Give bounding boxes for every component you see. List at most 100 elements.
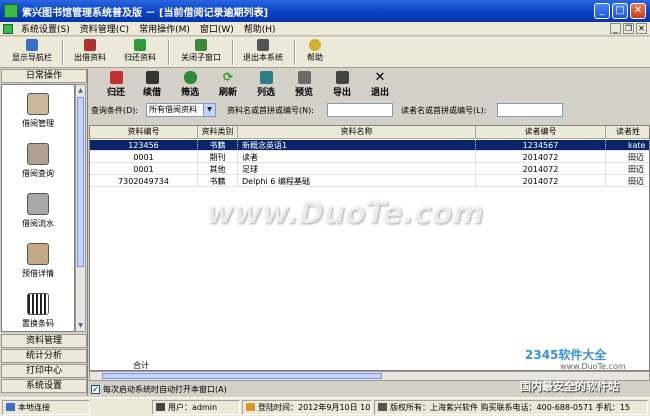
nav-item-reservation-details[interactable]: 预借详情 <box>2 243 74 279</box>
status-connection: 本地连接 <box>2 400 90 415</box>
close-x-icon: ✕ <box>374 70 386 85</box>
table-row[interactable]: 7302049734 书籍 Delphi 6 编程基础 2014072 田迈 <box>90 176 649 187</box>
windows-icon <box>195 39 207 51</box>
close-child-window-button[interactable]: 关闭子窗口 <box>176 39 226 66</box>
borrow-query-icon <box>27 143 49 165</box>
column-header-reader-id[interactable]: 读者编号 <box>476 126 606 139</box>
borrow-log-icon <box>27 193 49 215</box>
reservation-icon <box>27 243 49 265</box>
reader-name-label: 读者名或首拼或编号(L): <box>401 106 487 115</box>
mdi-close-button[interactable]: ✕ <box>636 23 647 34</box>
clock-icon <box>246 403 255 411</box>
condition-label: 查询条件(D): <box>91 106 139 115</box>
close-button[interactable]: ✕ <box>630 3 646 19</box>
column-header-material-id[interactable]: 资料编号 <box>90 126 198 139</box>
column-header-reader-name[interactable]: 读者姓 <box>606 126 649 139</box>
export-button[interactable]: 导出 <box>327 71 357 99</box>
chevron-down-icon[interactable]: ▼ <box>203 104 215 116</box>
category-statistics[interactable]: 统计分析 <box>1 349 87 363</box>
scroll-up-icon[interactable]: ▲ <box>77 86 84 95</box>
barcode-icon <box>27 293 49 315</box>
status-login-time: 登陆时间：2012年9月10日 10:14 <box>242 400 372 415</box>
nav-item-borrow-log[interactable]: 借阅流水 <box>2 193 74 229</box>
book-out-icon <box>84 39 96 51</box>
reader-name-input[interactable] <box>497 103 563 117</box>
category-material-management[interactable]: 资料管理 <box>1 334 87 348</box>
menu-system-settings[interactable]: 系统设置(S) <box>16 22 75 35</box>
menu-window[interactable]: 窗口(W) <box>195 22 239 35</box>
nav-scroll-thumb[interactable] <box>77 97 84 267</box>
book-return-icon <box>134 39 146 51</box>
main-toolbar: 显示导航栏 出借资料 归还资料 关闭子窗口 退出本系统 帮助 <box>0 37 650 68</box>
exit-system-button[interactable]: 退出本系统 <box>238 39 288 66</box>
status-user: 用户：admin <box>152 400 240 415</box>
auto-open-label: 每次启动系统时自动打开本窗口(A) <box>103 384 227 394</box>
record-toolbar: 归还 续借 筛选 ⟳ 刷新 列选 预览 导出 ✕ 退出 <box>89 69 650 101</box>
filter-button[interactable]: 筛选 <box>175 71 205 99</box>
slogan-watermark: 国内最安全的软件站 <box>520 380 619 393</box>
column-select-button[interactable]: 列选 <box>251 71 281 99</box>
auto-open-checkbox[interactable]: ✓ <box>91 384 100 394</box>
preview-button[interactable]: 预览 <box>289 71 319 99</box>
columns-icon <box>259 71 273 84</box>
status-copyright: 版权所有：上海紫兴软件 购买联系电话：400-688-0571 手机：15 <box>374 400 648 415</box>
category-print-center[interactable]: 打印中心 <box>1 364 87 378</box>
category-daily-operations[interactable]: 日常操作 <box>1 69 87 83</box>
navbar-icon <box>26 39 38 51</box>
mdi-child-icon <box>3 23 13 34</box>
nav-item-replace-barcode[interactable]: 置换条码 <box>2 293 74 329</box>
filter-bar: 查询条件(D): 所有借阅资料 ▼ 资料名或首拼或编号(N): 读者名或首拼或编号… <box>89 102 650 118</box>
status-bar: 本地连接 用户：admin 登陆时间：2012年9月10日 10:14 版权所有… <box>0 397 650 416</box>
mdi-minimize-button[interactable]: _ <box>610 23 621 34</box>
title-bar: 紫兴图书馆管理系统普及版 － [当前借阅记录逾期列表] _ □ ✕ <box>0 0 650 22</box>
material-name-input[interactable] <box>327 103 393 117</box>
refresh-icon: ⟳ <box>222 70 234 84</box>
table-row[interactable]: 0001 期刊 读者 2014072 田迈 <box>90 152 649 163</box>
table-row[interactable]: 0001 其他 足球 2014072 田迈 <box>90 164 649 175</box>
nav-scrollbar[interactable]: ▲ ▼ <box>75 84 86 332</box>
horizontal-scroll-thumb[interactable] <box>102 373 382 379</box>
menu-bar: 系统设置(S) 资料管理(C) 常用操作(M) 窗口(W) 帮助(H) _ ❐ … <box>0 22 650 36</box>
refresh-button[interactable]: ⟳ 刷新 <box>213 71 243 99</box>
table-row[interactable]: 123456 书籍 新概念英语1 1234567 kate <box>90 140 649 151</box>
return-button[interactable]: 归还 <box>101 71 131 99</box>
duote-watermark: www.DuoTe.com <box>206 196 484 231</box>
maximize-button[interactable]: □ <box>612 3 628 19</box>
nav-item-borrow-query[interactable]: 借阅查询 <box>2 143 74 179</box>
category-system-settings[interactable]: 系统设置 <box>1 379 87 393</box>
help-button[interactable]: 帮助 <box>300 39 330 66</box>
mdi-restore-button[interactable]: ❐ <box>623 23 634 34</box>
return-icon <box>109 71 123 84</box>
lend-material-button[interactable]: 出借资料 <box>68 39 112 66</box>
overdue-records-table: 资料编号 资料类别 资料名称 读者编号 读者姓 123456 书籍 新概念英语1… <box>89 125 650 371</box>
condition-select[interactable]: 所有借阅资料 ▼ <box>146 103 216 117</box>
export-icon <box>335 71 349 84</box>
help-bulb-icon <box>309 39 321 51</box>
preview-icon <box>297 71 311 84</box>
material-name-label: 资料名或首拼或编号(N): <box>227 106 314 115</box>
column-header-category[interactable]: 资料类别 <box>198 126 238 139</box>
menu-help[interactable]: 帮助(H) <box>239 22 281 35</box>
return-material-button[interactable]: 归还资料 <box>118 39 162 66</box>
show-navbar-button[interactable]: 显示导航栏 <box>8 39 56 66</box>
site-url-watermark: www.DuoTe.com <box>560 362 626 371</box>
nav-item-borrow-management[interactable]: 借阅管理 <box>2 93 74 129</box>
scroll-down-icon[interactable]: ▼ <box>77 321 84 330</box>
minimize-button[interactable]: _ <box>594 3 610 19</box>
renew-icon <box>145 71 159 84</box>
nav-item-list: 借阅管理 借阅查询 借阅流水 预借详情 置换条码 <box>1 84 75 332</box>
renew-button[interactable]: 续借 <box>137 71 167 99</box>
exit-button[interactable]: ✕ 退出 <box>365 71 395 99</box>
exit-door-icon <box>257 39 269 51</box>
user-icon <box>156 403 165 411</box>
column-header-material-name[interactable]: 资料名称 <box>238 126 476 139</box>
menu-material-management[interactable]: 资料管理(C) <box>75 22 134 35</box>
network-icon <box>6 403 15 411</box>
left-nav-panel: 日常操作 借阅管理 借阅查询 借阅流水 预借详情 置换条码 ▲ ▼ 资料管理 统… <box>0 69 88 396</box>
sum-label: 合计 <box>133 361 149 370</box>
window-title: 紫兴图书馆管理系统普及版 － [当前借阅记录逾期列表] <box>22 7 269 19</box>
site-logo-watermark: 2345软件大全 <box>525 348 607 362</box>
borrow-management-icon <box>27 93 49 115</box>
menu-common-operations[interactable]: 常用操作(M) <box>134 22 195 35</box>
filter-icon <box>183 71 197 84</box>
